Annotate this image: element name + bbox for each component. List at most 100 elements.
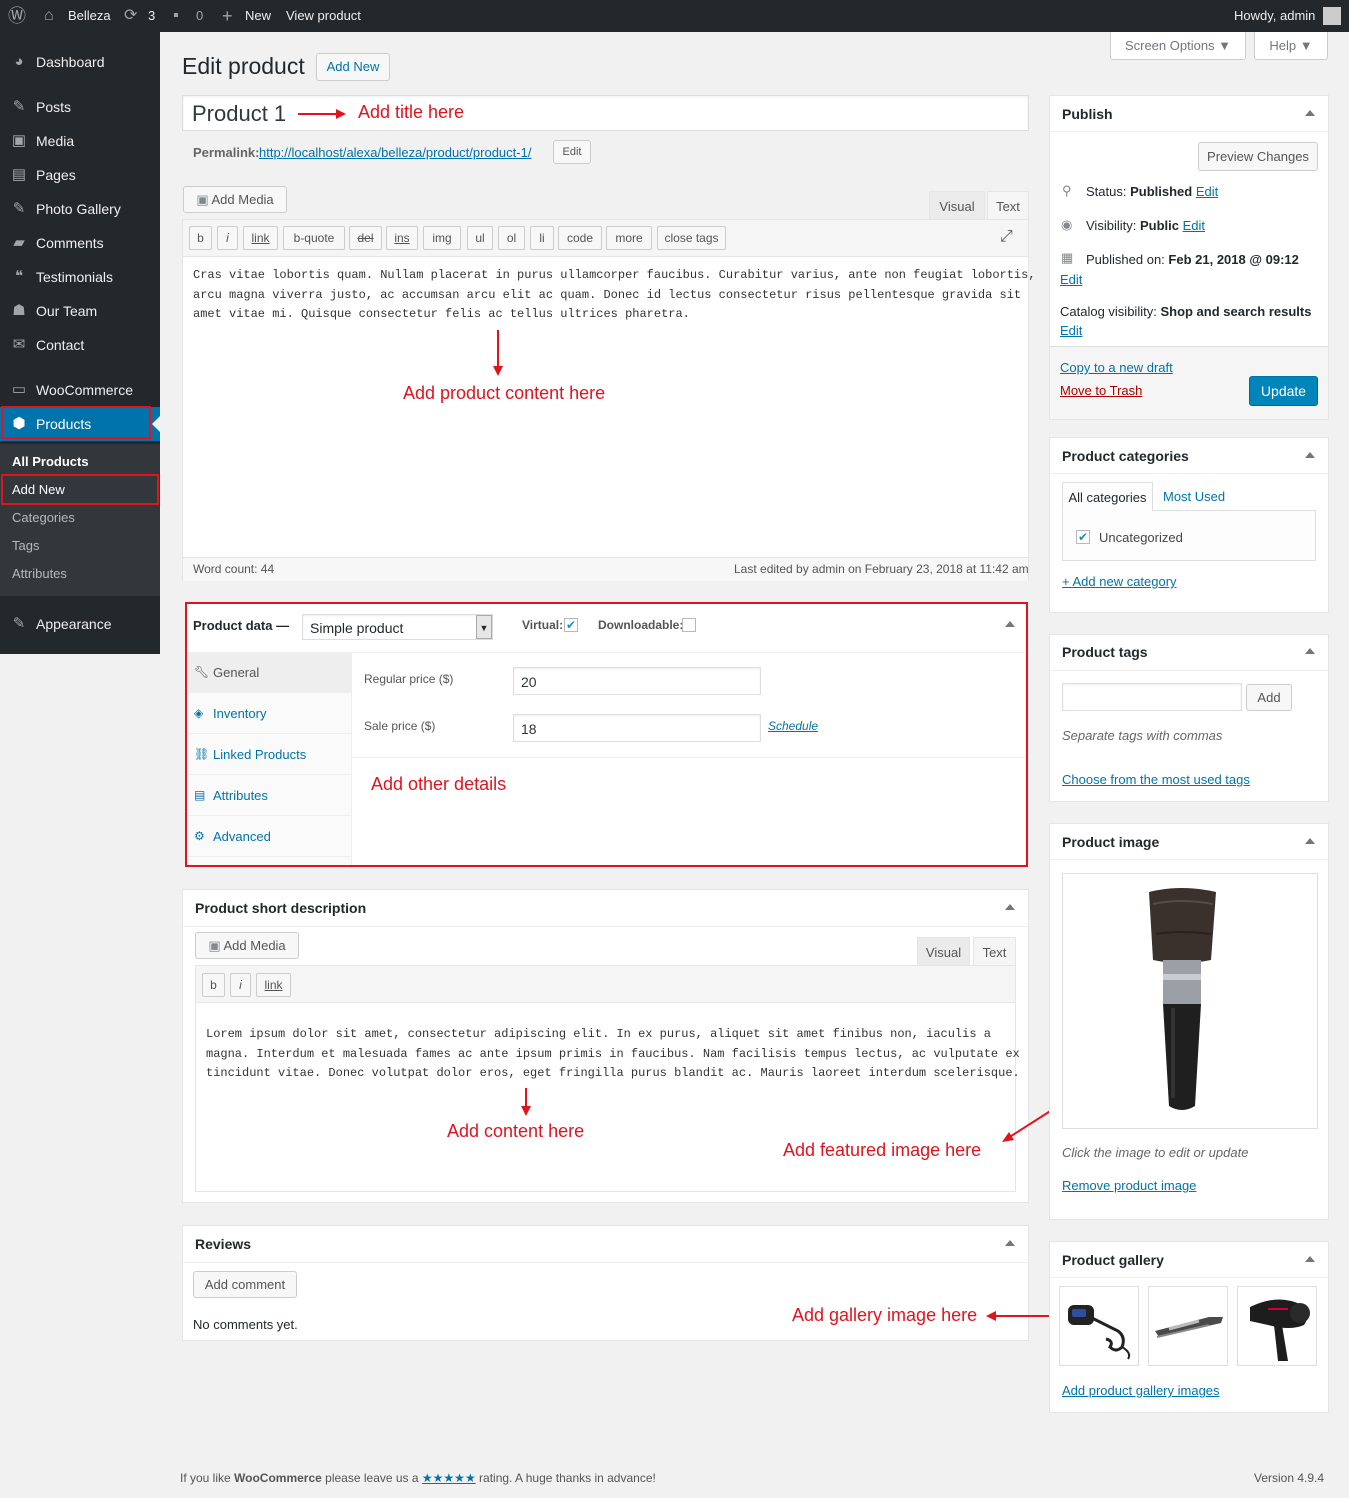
content-line-1[interactable]: Cras vitae lobortis quam. Nullam placera… (193, 266, 1036, 286)
site-name-link[interactable]: Belleza (68, 0, 111, 32)
tab-text[interactable]: Text (987, 191, 1029, 220)
tab-linked-products[interactable]: ⛓ Linked Products (188, 734, 351, 775)
screen-options-button[interactable]: Screen Options ▼ (1110, 32, 1246, 60)
chevron-down-icon[interactable]: ▼ (476, 615, 492, 639)
virtual-checkbox[interactable]: ✔ (564, 618, 578, 632)
sidebar-item-comments[interactable]: ▰ Comments (0, 226, 160, 260)
downloadable-checkbox[interactable] (682, 618, 696, 632)
regular-price-input[interactable]: 20 (513, 667, 761, 695)
tab-all-categories[interactable]: All categories (1062, 482, 1153, 511)
remove-product-image-link[interactable]: Remove product image (1062, 1178, 1196, 1193)
product-type-select[interactable]: Simple product (302, 614, 493, 640)
short-quicktag-italic[interactable]: i (230, 973, 251, 997)
sidebar-item-our-team[interactable]: ☗ Our Team (0, 294, 160, 328)
published-edit-link[interactable]: Edit (1060, 272, 1082, 287)
submenu-attributes[interactable]: Attributes (12, 566, 67, 581)
short-tab-text[interactable]: Text (973, 937, 1016, 966)
submenu-all-products[interactable]: All Products (12, 454, 89, 469)
sidebar-item-testimonials[interactable]: ❝ Testimonials (0, 260, 160, 294)
collapse-toggle-icon[interactable] (1305, 1256, 1315, 1262)
gallery-thumb[interactable] (1237, 1286, 1317, 1366)
short-line-1[interactable]: Lorem ipsum dolor sit amet, consectetur … (206, 1025, 991, 1045)
quicktag-ins[interactable]: ins (386, 226, 418, 250)
preview-changes-button[interactable]: Preview Changes (1198, 142, 1318, 171)
quicktag-img[interactable]: img (423, 226, 461, 250)
short-line-2[interactable]: magna. Interdum et malesuada fames ac an… (206, 1045, 1020, 1065)
new-link[interactable]: New (245, 0, 271, 32)
content-line-3[interactable]: amet vitae mi. Quisque consectetur felis… (193, 305, 690, 325)
quicktag-bold[interactable]: b (189, 226, 212, 250)
gallery-thumb[interactable] (1059, 1286, 1139, 1366)
submenu-categories[interactable]: Categories (12, 510, 75, 525)
sidebar-item-media[interactable]: ▣ Media (0, 124, 160, 158)
view-product-link[interactable]: View product (286, 0, 361, 32)
rating-stars-link[interactable]: ★★★★★ (422, 1471, 476, 1485)
howdy-user[interactable]: Howdy, admin (1234, 0, 1315, 32)
tab-most-used[interactable]: Most Used (1163, 489, 1225, 504)
sidebar-item-appearance[interactable]: ✎ Appearance (0, 607, 160, 641)
short-tab-visual[interactable]: Visual (917, 937, 970, 966)
updates-icon[interactable]: ⟳ (124, 0, 137, 32)
tab-advanced[interactable]: ⚙ Advanced (188, 816, 351, 857)
short-line-3[interactable]: tincidunt vitae. Donec volutpat dolor er… (206, 1064, 1020, 1084)
quicktag-del[interactable]: del (349, 226, 382, 250)
tag-input[interactable] (1062, 683, 1242, 711)
avatar[interactable] (1323, 7, 1341, 25)
move-to-trash-link[interactable]: Move to Trash (1060, 383, 1142, 398)
add-new-button[interactable]: Add New (316, 53, 390, 81)
quicktag-bquote[interactable]: b-quote (283, 226, 345, 250)
quicktag-li[interactable]: li (530, 226, 554, 250)
collapse-toggle-icon[interactable] (1305, 452, 1315, 458)
sidebar-item-pages[interactable]: ▤ Pages (0, 158, 160, 192)
quicktag-ul[interactable]: ul (467, 226, 493, 250)
sidebar-item-dashboard[interactable]: ◕ Dashboard (0, 45, 160, 79)
collapse-toggle-icon[interactable] (1005, 621, 1015, 627)
sidebar-item-woocommerce[interactable]: ▭ WooCommerce (0, 373, 160, 407)
gallery-thumb[interactable] (1148, 1286, 1228, 1366)
add-comment-button[interactable]: Add comment (193, 1271, 297, 1298)
sidebar-item-posts[interactable]: ✎ Posts (0, 90, 160, 124)
fullscreen-icon[interactable]: ⤢ (1000, 228, 1013, 246)
collapse-toggle-icon[interactable] (1005, 904, 1015, 910)
add-media-button[interactable]: ▣ Add Media (183, 186, 287, 213)
collapse-toggle-icon[interactable] (1305, 110, 1315, 116)
tab-general[interactable]: 🔧︎ General (188, 652, 351, 693)
copy-draft-link[interactable]: Copy to a new draft (1060, 360, 1173, 375)
short-quicktag-link[interactable]: link (256, 973, 291, 997)
content-line-2[interactable]: arcu magna viverra justo, ac accumsan ar… (193, 286, 1021, 306)
add-gallery-images-link[interactable]: Add product gallery images (1062, 1383, 1220, 1398)
wordpress-logo-icon[interactable]: Ⓦ (8, 0, 26, 32)
permalink-url[interactable]: http://localhost/alexa/belleza/product/p… (259, 145, 531, 160)
status-edit-link[interactable]: Edit (1196, 184, 1218, 199)
quicktag-link[interactable]: link (243, 226, 278, 250)
uncategorized-checkbox[interactable]: ✔ (1076, 530, 1090, 544)
update-button[interactable]: Update (1249, 376, 1318, 406)
add-tag-button[interactable]: Add (1246, 684, 1292, 711)
quicktag-close-tags[interactable]: close tags (657, 226, 726, 250)
collapse-toggle-icon[interactable] (1305, 648, 1315, 654)
short-quicktag-bold[interactable]: b (202, 973, 225, 997)
choose-most-used-tags-link[interactable]: Choose from the most used tags (1062, 772, 1250, 787)
tab-visual[interactable]: Visual (929, 191, 985, 220)
quicktag-ol[interactable]: ol (498, 226, 525, 250)
sidebar-item-contact[interactable]: ✉ Contact (0, 328, 160, 362)
sidebar-item-photo-gallery[interactable]: ✎ Photo Gallery (0, 192, 160, 226)
collapse-toggle-icon[interactable] (1305, 838, 1315, 844)
quicktag-more[interactable]: more (606, 226, 652, 250)
submenu-tags[interactable]: Tags (12, 538, 39, 553)
quicktag-code[interactable]: code (558, 226, 602, 250)
tab-inventory[interactable]: ◈ Inventory (188, 693, 351, 734)
collapse-toggle-icon[interactable] (1005, 1240, 1015, 1246)
permalink-edit-button[interactable]: Edit (553, 140, 591, 164)
catalog-edit-link[interactable]: Edit (1060, 323, 1082, 338)
short-add-media-button[interactable]: ▣ Add Media (195, 932, 299, 959)
quicktag-italic[interactable]: i (217, 226, 238, 250)
comment-icon[interactable]: ▪ (173, 0, 179, 32)
tab-attributes[interactable]: ▤ Attributes (188, 775, 351, 816)
featured-image[interactable] (1062, 873, 1318, 1129)
schedule-link[interactable]: Schedule (768, 719, 818, 733)
sale-price-input[interactable]: 18 (513, 714, 761, 742)
add-new-category-link[interactable]: + Add new category (1062, 574, 1177, 589)
visibility-edit-link[interactable]: Edit (1183, 218, 1205, 233)
help-button[interactable]: Help ▼ (1254, 32, 1328, 60)
